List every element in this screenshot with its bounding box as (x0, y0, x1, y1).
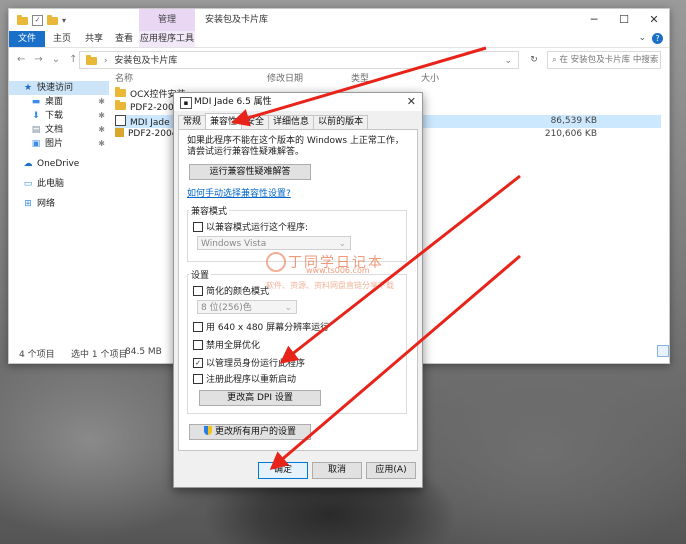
arrow-to-ok-button (269, 254, 521, 470)
annotation-arrows (231, 46, 521, 470)
arrow-to-admin-checkbox (279, 174, 521, 364)
arrow-to-compat-tab (231, 46, 487, 127)
